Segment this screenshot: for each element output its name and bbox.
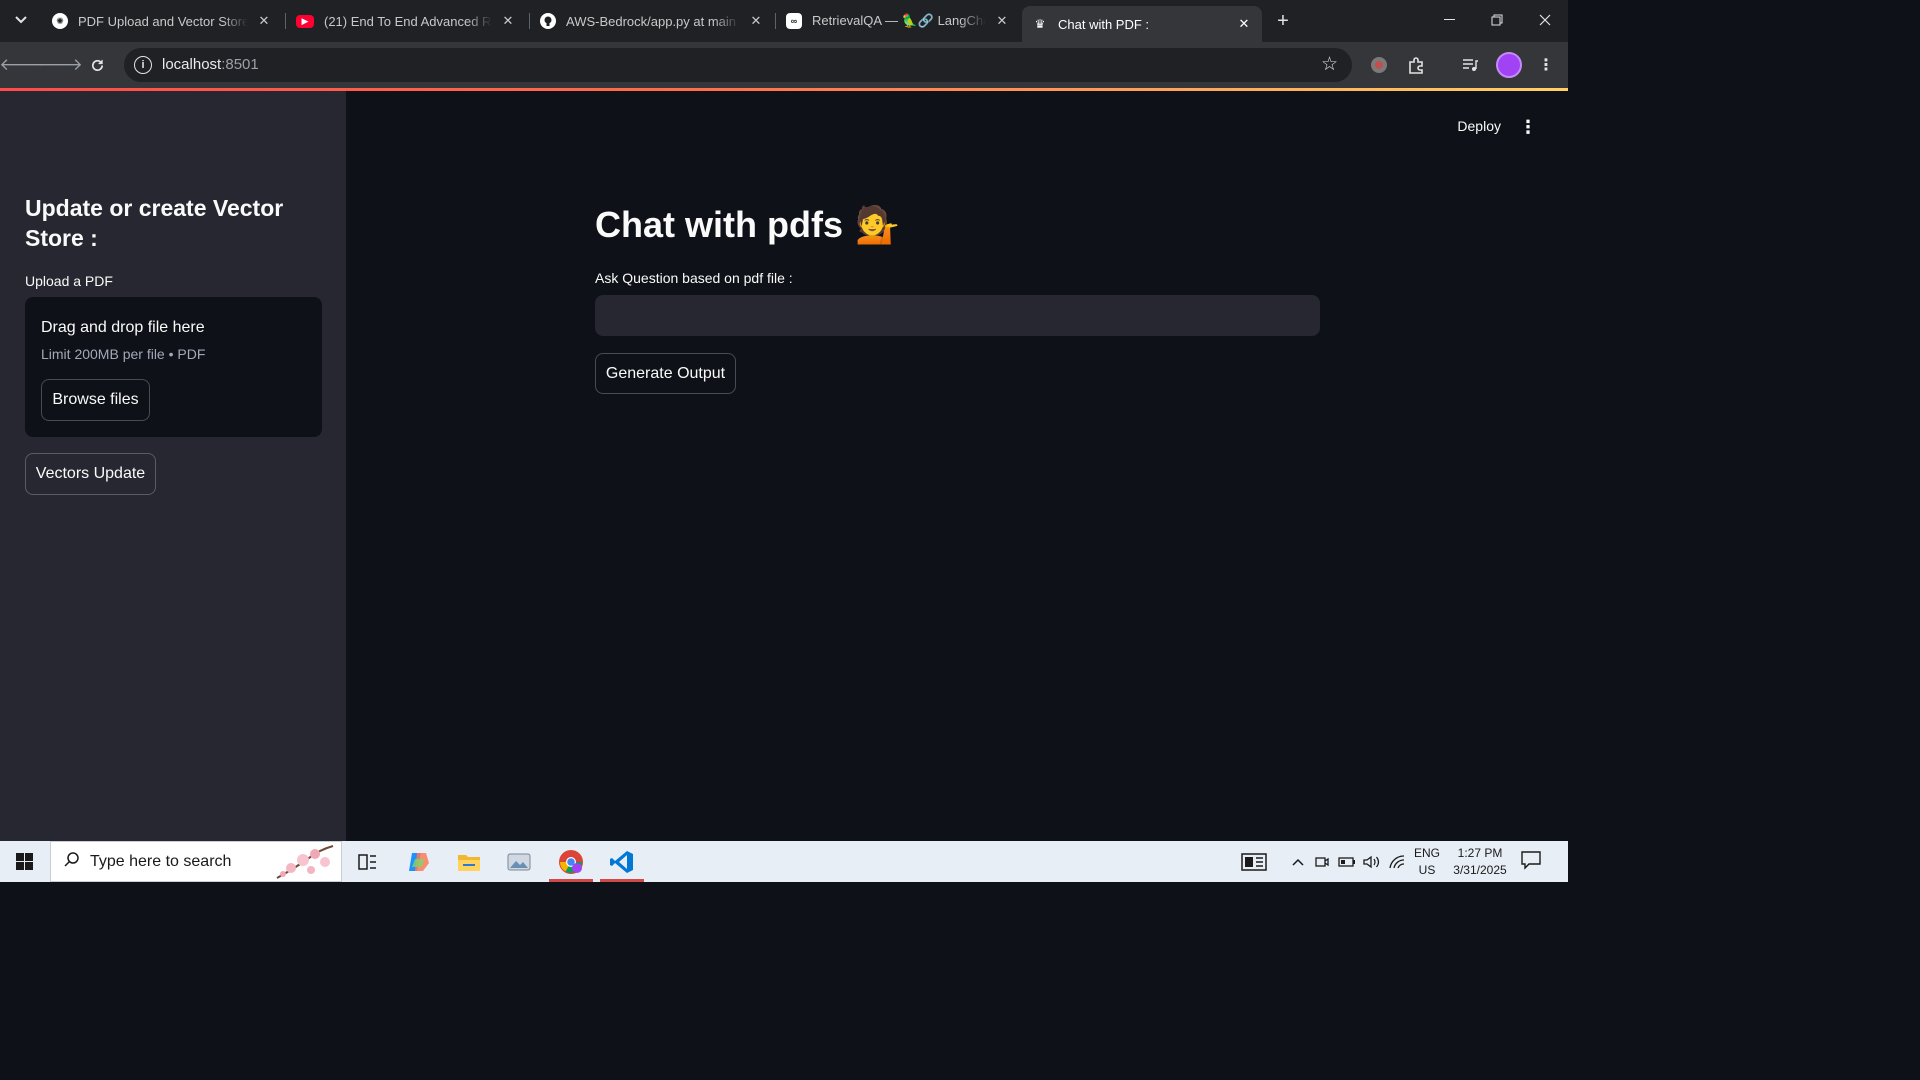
reload-icon[interactable] bbox=[83, 51, 111, 79]
show-hidden-icons-chevron-icon[interactable] bbox=[1288, 841, 1308, 882]
minimize-icon[interactable] bbox=[1426, 0, 1473, 40]
generate-output-button[interactable]: Generate Output bbox=[595, 353, 736, 394]
tab-title: Chat with PDF : bbox=[1058, 16, 1150, 32]
new-tab-plus-icon[interactable]: + bbox=[1270, 8, 1296, 34]
deploy-button[interactable]: Deploy bbox=[1457, 118, 1501, 134]
close-icon[interactable]: ✕ bbox=[1234, 14, 1254, 34]
streamlit-icon: ♛ bbox=[1034, 17, 1046, 31]
close-icon[interactable]: ✕ bbox=[992, 11, 1012, 31]
battery-icon[interactable] bbox=[1336, 841, 1358, 882]
sidebar-title: Update or create Vector Store : bbox=[25, 195, 284, 251]
browser-tab[interactable]: ∞ RetrievalQA — 🦜🔗 LangChain ✕ bbox=[776, 6, 1020, 36]
site-info-icon[interactable]: i bbox=[134, 56, 152, 74]
file-explorer-icon[interactable] bbox=[445, 841, 493, 882]
tab-title: AWS-Bedrock/app.py at main · bbox=[566, 13, 740, 29]
volume-icon[interactable] bbox=[1361, 841, 1383, 882]
browser-toolbar: 🡐 🡒 i localhost:8501 ☆ ⋮ bbox=[0, 42, 1568, 88]
taskbar-search-box[interactable]: Type here to search bbox=[50, 841, 342, 882]
search-placeholder: Type here to search bbox=[90, 853, 232, 870]
notification-center-icon[interactable] bbox=[1520, 850, 1546, 874]
tab-title: PDF Upload and Vector Store bbox=[78, 13, 248, 29]
url-port: :8501 bbox=[221, 56, 259, 73]
extensions-puzzle-icon[interactable] bbox=[1404, 53, 1428, 77]
windows-start-icon[interactable] bbox=[0, 841, 48, 882]
clock-time: 1:27 PM bbox=[1457, 846, 1503, 860]
url-host: localhost bbox=[162, 56, 222, 73]
browser-tab[interactable]: ✺ PDF Upload and Vector Store ✕ bbox=[42, 6, 282, 36]
chrome-taskbar-icon[interactable] bbox=[547, 841, 595, 882]
langchain-icon: ∞ bbox=[786, 13, 802, 29]
windows-taskbar: Type here to search ENG US 1:27 PM 3/31/… bbox=[0, 841, 1568, 882]
main-content: Deploy ⋮ Chat with pdfs 💁 Ask Question b… bbox=[346, 91, 1568, 841]
restore-icon[interactable] bbox=[1473, 0, 1520, 40]
window-close-icon[interactable] bbox=[1521, 0, 1568, 40]
url-text[interactable]: localhost:8501 bbox=[162, 56, 259, 73]
system-clock[interactable]: 1:27 PM 3/31/2025 bbox=[1448, 845, 1512, 879]
question-input[interactable] bbox=[595, 295, 1320, 336]
clock-date: 3/31/2025 bbox=[1453, 863, 1507, 877]
language-code: ENG bbox=[1413, 846, 1440, 860]
browser-menu-kebab-icon[interactable]: ⋮ bbox=[1534, 53, 1558, 77]
forward-arrow-icon[interactable]: 🡒 bbox=[37, 51, 83, 79]
tab-title: RetrievalQA — 🦜🔗 LangChain bbox=[812, 13, 986, 28]
github-icon bbox=[540, 13, 556, 29]
question-label: Ask Question based on pdf file : bbox=[595, 270, 793, 286]
wifi-icon[interactable] bbox=[1386, 841, 1408, 882]
openai-icon: ✺ bbox=[52, 13, 68, 29]
browser-tab-active[interactable]: ♛ Chat with PDF : ✕ bbox=[1022, 6, 1262, 42]
cherry-blossom-icon bbox=[276, 845, 334, 879]
browser-tabstrip: ✺ PDF Upload and Vector Store ✕ ▶ (21) E… bbox=[0, 0, 1568, 42]
search-icon bbox=[63, 851, 80, 873]
input-language-indicator[interactable]: ENG US bbox=[1407, 845, 1447, 879]
browser-tab[interactable]: AWS-Bedrock/app.py at main · ✕ bbox=[530, 6, 774, 36]
news-widget-icon[interactable] bbox=[1236, 841, 1272, 882]
task-view-icon[interactable] bbox=[344, 841, 392, 882]
browse-files-button[interactable]: Browse files bbox=[41, 379, 150, 421]
app-menu-kebab-icon[interactable]: ⋮ bbox=[1518, 117, 1538, 137]
browser-tab[interactable]: ▶ (21) End To End Advanced RAG ✕ bbox=[286, 6, 526, 36]
region-code: US bbox=[1418, 863, 1436, 877]
dropzone-title: Drag and drop file here bbox=[41, 319, 205, 336]
vectors-update-button[interactable]: Vectors Update bbox=[25, 453, 156, 495]
upload-label: Upload a PDF bbox=[25, 273, 113, 289]
photos-app-icon[interactable] bbox=[495, 841, 543, 882]
close-icon[interactable]: ✕ bbox=[746, 11, 766, 31]
media-control-icon[interactable] bbox=[1458, 53, 1482, 77]
address-bar[interactable]: i localhost:8501 ☆ bbox=[124, 48, 1352, 82]
extension-avatar-icon[interactable] bbox=[1367, 53, 1391, 77]
camera-in-use-icon[interactable] bbox=[1312, 841, 1332, 882]
close-icon[interactable]: ✕ bbox=[498, 11, 518, 31]
sidebar: Update or create Vector Store : Upload a… bbox=[0, 91, 346, 841]
tab-title: (21) End To End Advanced RAG bbox=[324, 13, 492, 29]
person-tipping-hand-emoji-icon: 💁 bbox=[854, 204, 900, 245]
close-icon[interactable]: ✕ bbox=[254, 11, 274, 31]
profile-avatar[interactable] bbox=[1496, 52, 1522, 78]
page-title-text: Chat with pdfs bbox=[595, 204, 843, 245]
dropzone-limit-text: Limit 200MB per file • PDF bbox=[41, 346, 206, 362]
tab-search-chevron-icon[interactable] bbox=[8, 7, 34, 33]
back-arrow-icon[interactable]: 🡐 bbox=[0, 51, 45, 79]
youtube-icon: ▶ bbox=[296, 14, 314, 28]
bookmark-star-icon[interactable]: ☆ bbox=[1321, 53, 1338, 76]
vscode-taskbar-icon[interactable] bbox=[598, 841, 646, 882]
file-dropzone[interactable]: Drag and drop file here Limit 200MB per … bbox=[25, 297, 322, 437]
page-title: Chat with pdfs 💁 bbox=[595, 204, 900, 246]
copilot-icon[interactable] bbox=[395, 841, 443, 882]
